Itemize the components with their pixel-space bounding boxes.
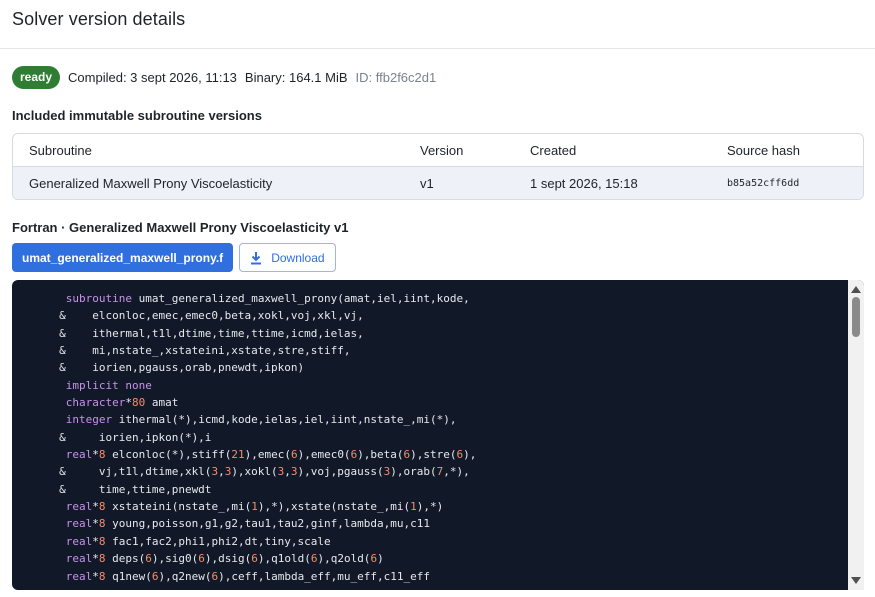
subroutines-table: Subroutine Version Created Source hash G… [12,133,864,200]
code-line: integer ithermal(*),icmd,kode,ielas,iel,… [65,413,457,427]
source-toolbar: umat_generalized_maxwell_prony.f Downloa… [12,243,336,272]
code-viewer[interactable]: subroutine umat_generalized_maxwell_pron… [12,280,864,590]
code-line: & iorien,pgauss,orab,pnewdt,ipkon) [26,361,305,375]
code-line: implicit none [65,378,152,392]
code-line: character*80 amat [65,396,179,410]
code-line: real*8 young,poisson,g1,g2,tau1,tau2,gin… [65,517,431,531]
code-line: & ithermal,t1l,dtime,time,ttime,icmd,iel… [26,326,364,340]
code-line: real*8 fac1,fac2,phi1,phi2,dt,tiny,scale [65,534,331,548]
file-tab[interactable]: umat_generalized_maxwell_prony.f [12,243,234,272]
scroll-up-arrow-icon[interactable] [851,286,861,293]
page-header: Solver version details [0,0,875,49]
download-icon [251,251,262,264]
scroll-down-arrow-icon[interactable] [851,577,861,584]
code-line: & vj,t1l,dtime,xkl(3,3),xokl(3,3),voj,pg… [26,465,470,479]
code-line: & time,ttime,pnewdt [26,482,212,496]
cell-source-hash: b85a52cff6dd [727,178,800,189]
download-button[interactable]: Download [239,243,336,272]
cell-created: 1 sept 2026, 15:18 [530,176,638,191]
table-row[interactable]: Generalized Maxwell Prony Viscoelasticit… [13,167,863,199]
scroll-thumb[interactable] [852,297,860,337]
col-source-hash: Source hash [727,142,800,158]
page-title: Solver version details [12,9,186,29]
col-subroutine: Subroutine [29,142,92,158]
binary-size: Binary: 164.1 MiB [244,69,348,85]
code-line: & mi,nstate_,xstateini,xstate,stre,stiff… [26,344,351,358]
code-line: & iorien,ipkon(*),i [26,430,212,444]
cell-version: v1 [420,176,434,191]
version-meta: ready Compiled: 3 sept 2026, 11:13 Binar… [12,65,436,89]
table-header: Subroutine Version Created Source hash [13,134,863,167]
status-badge: ready [12,65,61,89]
source-title: Fortran · Generalized Maxwell Prony Visc… [12,220,349,235]
subroutines-section-title: Included immutable subroutine versions [12,108,262,123]
code-line: real*8 q1new(6),q2new(6),ceff,lambda_eff… [65,569,431,583]
code-scrollbar[interactable] [848,280,864,590]
code-line: real*8 elconloc(*),stiff(21),emec(6),eme… [65,448,477,462]
col-version: Version [420,142,464,158]
code-line: & elconloc,emec,emec0,beta,xokl,voj,xkl,… [26,309,364,323]
version-id: ID: ffb2f6c2d1 [355,69,437,85]
download-label: Download [271,250,325,265]
code-line: real*8 xstateini(nstate_,mi(1),*),xstate… [65,500,444,514]
cell-subroutine: Generalized Maxwell Prony Viscoelasticit… [29,176,273,191]
code-line: subroutine umat_generalized_maxwell_pron… [65,292,470,305]
code-content: subroutine umat_generalized_maxwell_pron… [12,290,476,585]
code-line: real*8 deps(6),sig0(6),dsig(6),q1old(6),… [65,552,384,566]
col-created: Created [530,142,577,158]
compiled-date: Compiled: 3 sept 2026, 11:13 [68,69,237,85]
